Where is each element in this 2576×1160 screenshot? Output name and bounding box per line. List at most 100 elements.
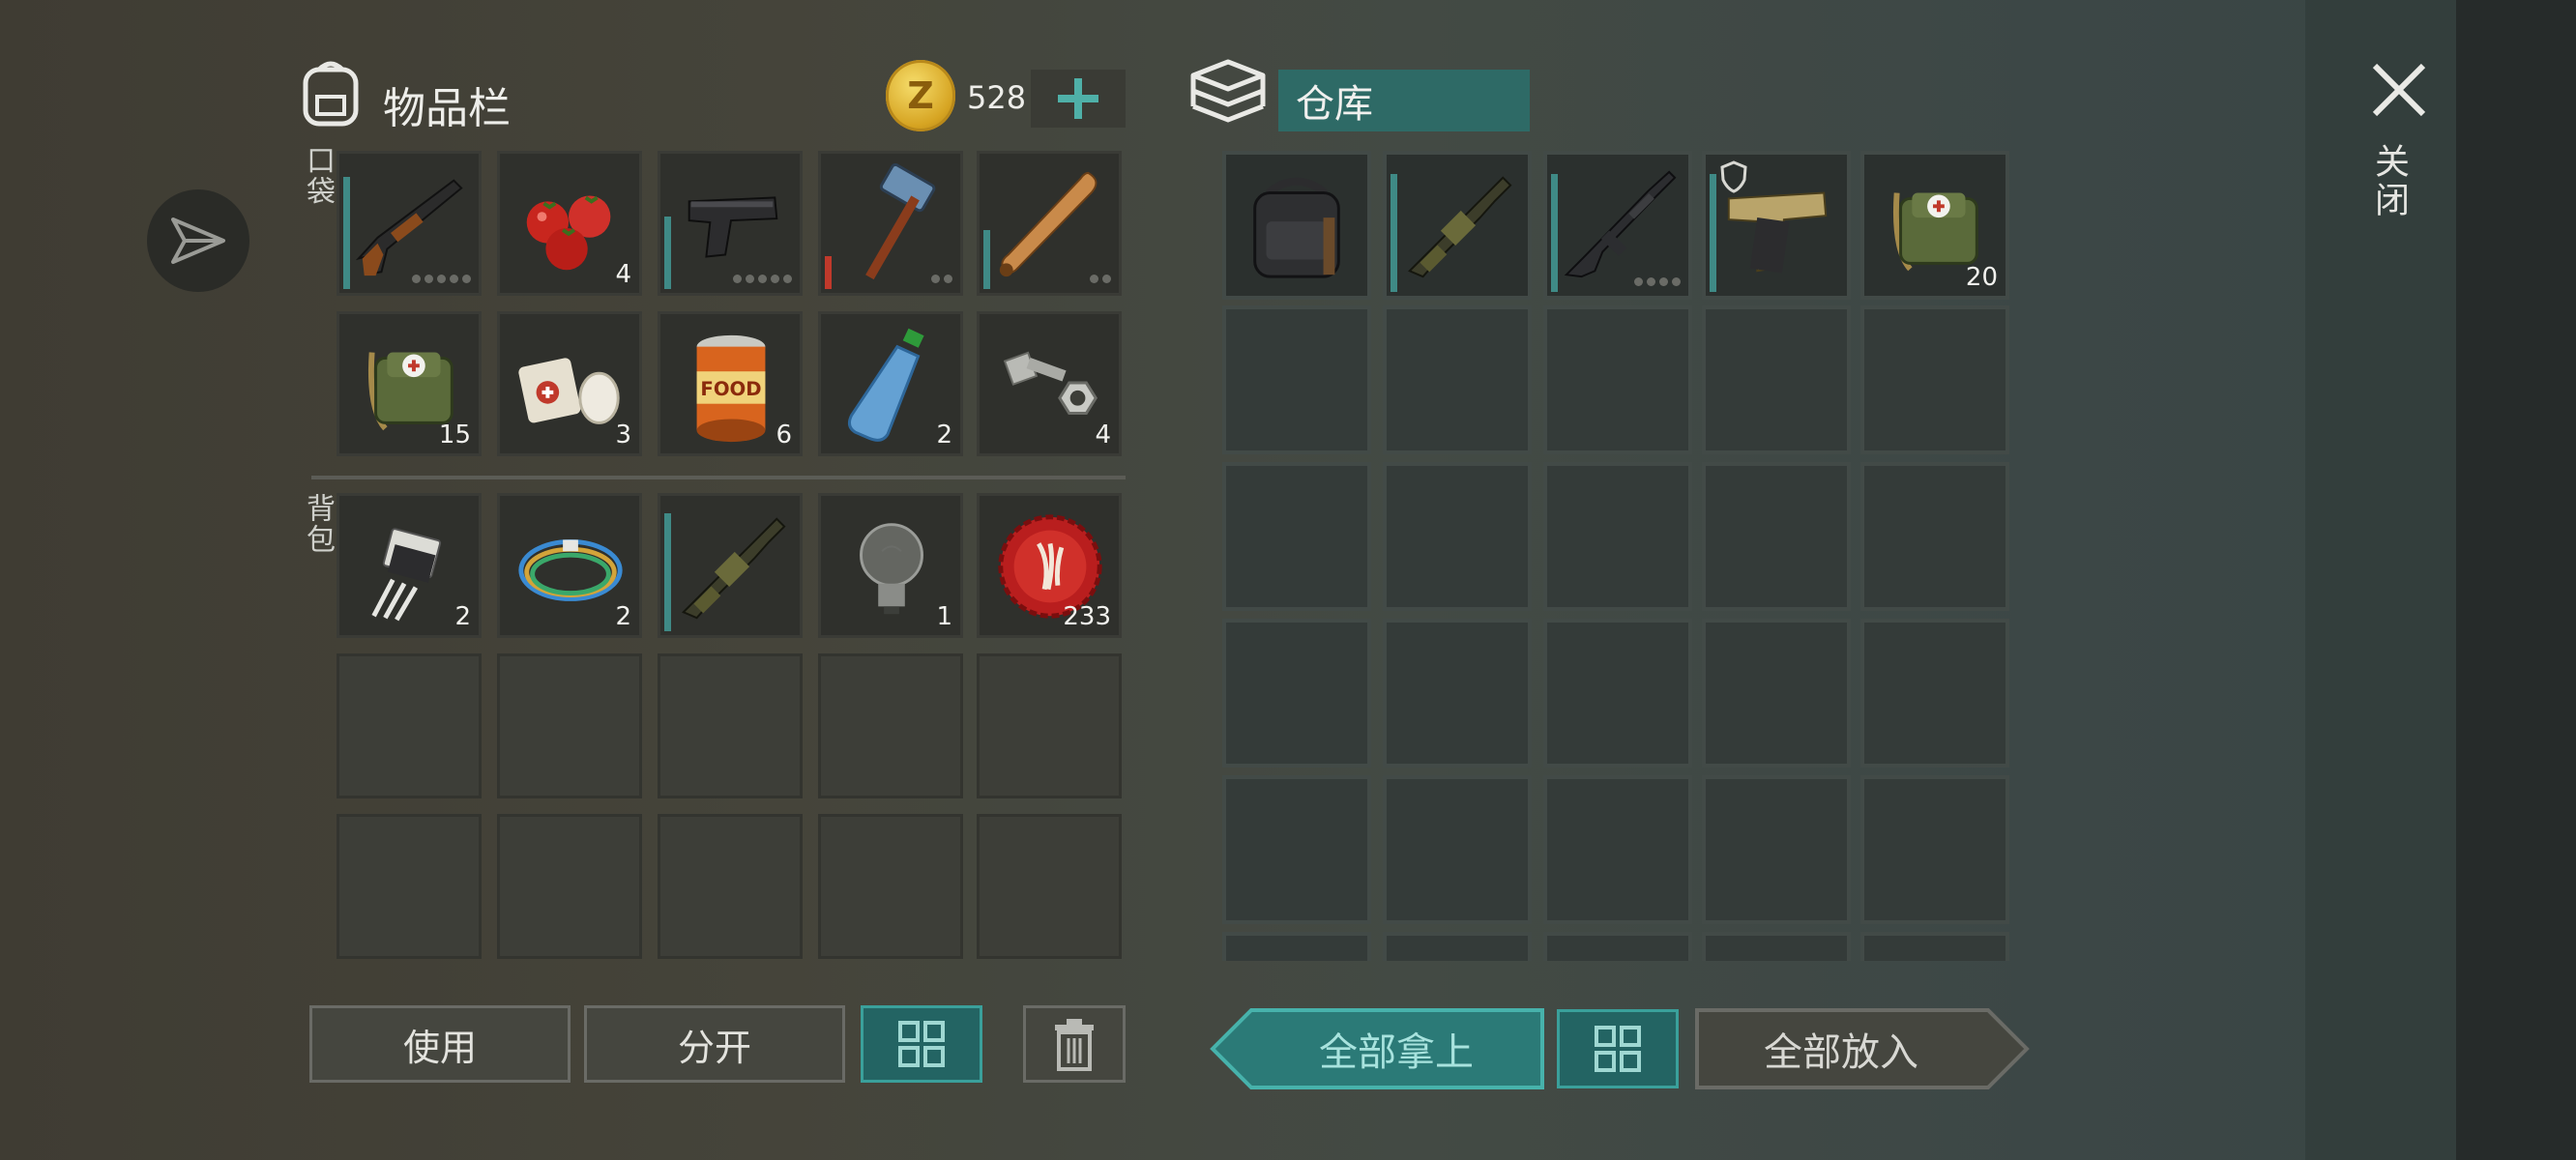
empty-slot[interactable] [818, 814, 963, 959]
bolt-nut-icon [989, 324, 1111, 446]
transistor-icon [349, 506, 471, 627]
durability-bar [1710, 174, 1716, 292]
empty-slot[interactable] [1860, 775, 2009, 924]
empty-slot[interactable] [1702, 462, 1851, 611]
attachment-dots [1090, 275, 1111, 283]
empty-slot[interactable] [658, 653, 803, 798]
item-slot[interactable]: 15 [337, 311, 482, 456]
send-button[interactable] [147, 189, 249, 292]
empty-slot[interactable] [1543, 932, 1692, 961]
grenade-launcher-icon [1396, 164, 1518, 286]
wires-icon [510, 506, 631, 627]
empty-slot[interactable] [337, 653, 482, 798]
item-slot[interactable] [1222, 151, 1371, 300]
delete-button[interactable] [1023, 1005, 1126, 1083]
empty-slot[interactable] [1543, 462, 1692, 611]
empty-slot[interactable] [1383, 619, 1532, 768]
split-button[interactable]: 分开 [584, 1005, 845, 1083]
item-slot[interactable] [1702, 151, 1851, 300]
close-button[interactable]: 关闭 [2350, 50, 2450, 244]
item-slot[interactable]: 1 [818, 493, 963, 638]
durability-bar [1551, 174, 1558, 292]
durability-bar [983, 230, 990, 289]
light-bulb-icon [831, 506, 952, 627]
put-all-button[interactable]: 全部放入 [1694, 1007, 2031, 1090]
empty-slot[interactable] [1222, 932, 1371, 961]
empty-slot[interactable] [977, 653, 1122, 798]
item-slot[interactable] [818, 151, 963, 296]
item-count: 233 [1063, 602, 1111, 631]
item-slot[interactable]: 4 [977, 311, 1122, 456]
empty-slot[interactable] [1222, 305, 1371, 454]
item-count: 2 [936, 420, 952, 450]
empty-slot[interactable] [1702, 619, 1851, 768]
item-slot[interactable] [337, 151, 482, 296]
item-slot[interactable]: 3 [497, 311, 642, 456]
coin-count: 528 [967, 79, 1027, 116]
take-all-button[interactable]: 全部拿上 [1209, 1007, 1545, 1090]
empty-slot[interactable] [1222, 775, 1371, 924]
empty-slot[interactable] [497, 653, 642, 798]
attachment-dots [733, 275, 792, 283]
item-count: 1 [936, 602, 952, 631]
sort-inventory-button[interactable] [861, 1005, 982, 1083]
item-slot[interactable] [1383, 151, 1532, 300]
empty-slot[interactable] [658, 814, 803, 959]
tomatoes-icon [510, 163, 631, 285]
empty-slot[interactable] [1383, 305, 1532, 454]
item-slot[interactable] [977, 151, 1122, 296]
item-slot[interactable] [1543, 151, 1692, 300]
item-slot[interactable]: 4 [497, 151, 642, 296]
water-bottle-icon [831, 324, 952, 446]
attachment-dots [412, 275, 471, 283]
grid-sort-icon [1595, 1026, 1641, 1072]
warehouse-title-text: 仓库 [1296, 82, 1373, 127]
use-button[interactable]: 使用 [309, 1005, 571, 1083]
trash-icon [1055, 1019, 1094, 1071]
backpack-icon [1236, 164, 1358, 286]
empty-slot[interactable] [1860, 619, 2009, 768]
item-slot[interactable] [658, 493, 803, 638]
empty-slot[interactable] [1860, 932, 2009, 961]
item-slot[interactable]: 233 [977, 493, 1122, 638]
empty-slot[interactable] [1860, 462, 2009, 611]
empty-slot[interactable] [1860, 305, 2009, 454]
inventory-title: 物品栏 [383, 84, 511, 133]
empty-slot[interactable] [1222, 462, 1371, 611]
empty-slot[interactable] [1383, 462, 1532, 611]
section-divider [311, 476, 1126, 479]
item-slot[interactable]: 2 [337, 493, 482, 638]
item-slot[interactable]: 2 [497, 493, 642, 638]
attachment-dots [1634, 277, 1681, 286]
empty-slot[interactable] [337, 814, 482, 959]
empty-slot[interactable] [977, 814, 1122, 959]
empty-slot[interactable] [1383, 775, 1532, 924]
item-slot[interactable] [658, 151, 803, 296]
durability-bar [664, 513, 671, 631]
item-slot[interactable]: 2 [818, 311, 963, 456]
sort-warehouse-button[interactable] [1557, 1009, 1679, 1088]
durability-bar [825, 256, 832, 289]
item-slot[interactable]: FOOD 6 [658, 311, 803, 456]
add-coins-button[interactable] [1031, 70, 1126, 128]
item-slot[interactable]: 20 [1860, 151, 2009, 300]
empty-slot[interactable] [1383, 932, 1532, 961]
empty-slot[interactable] [818, 653, 963, 798]
backpack-label: 背包 [301, 493, 335, 555]
warehouse-title[interactable]: 仓库 [1278, 70, 1530, 131]
shield-badge-icon [1719, 160, 1748, 197]
empty-slot[interactable] [1543, 619, 1692, 768]
empty-slot[interactable] [1543, 775, 1692, 924]
shotgun-icon [349, 163, 471, 285]
coin-icon: Z [886, 60, 955, 131]
empty-slot[interactable] [1702, 775, 1851, 924]
empty-slot[interactable] [1702, 932, 1851, 961]
empty-slot[interactable] [1702, 305, 1851, 454]
empty-slot[interactable] [497, 814, 642, 959]
empty-slot[interactable] [1222, 619, 1371, 768]
assault-rifle-icon [1557, 164, 1679, 286]
close-icon [2372, 63, 2426, 117]
item-count: 6 [776, 420, 792, 450]
empty-slot[interactable] [1543, 305, 1692, 454]
close-label: 关闭 [2369, 143, 2409, 220]
